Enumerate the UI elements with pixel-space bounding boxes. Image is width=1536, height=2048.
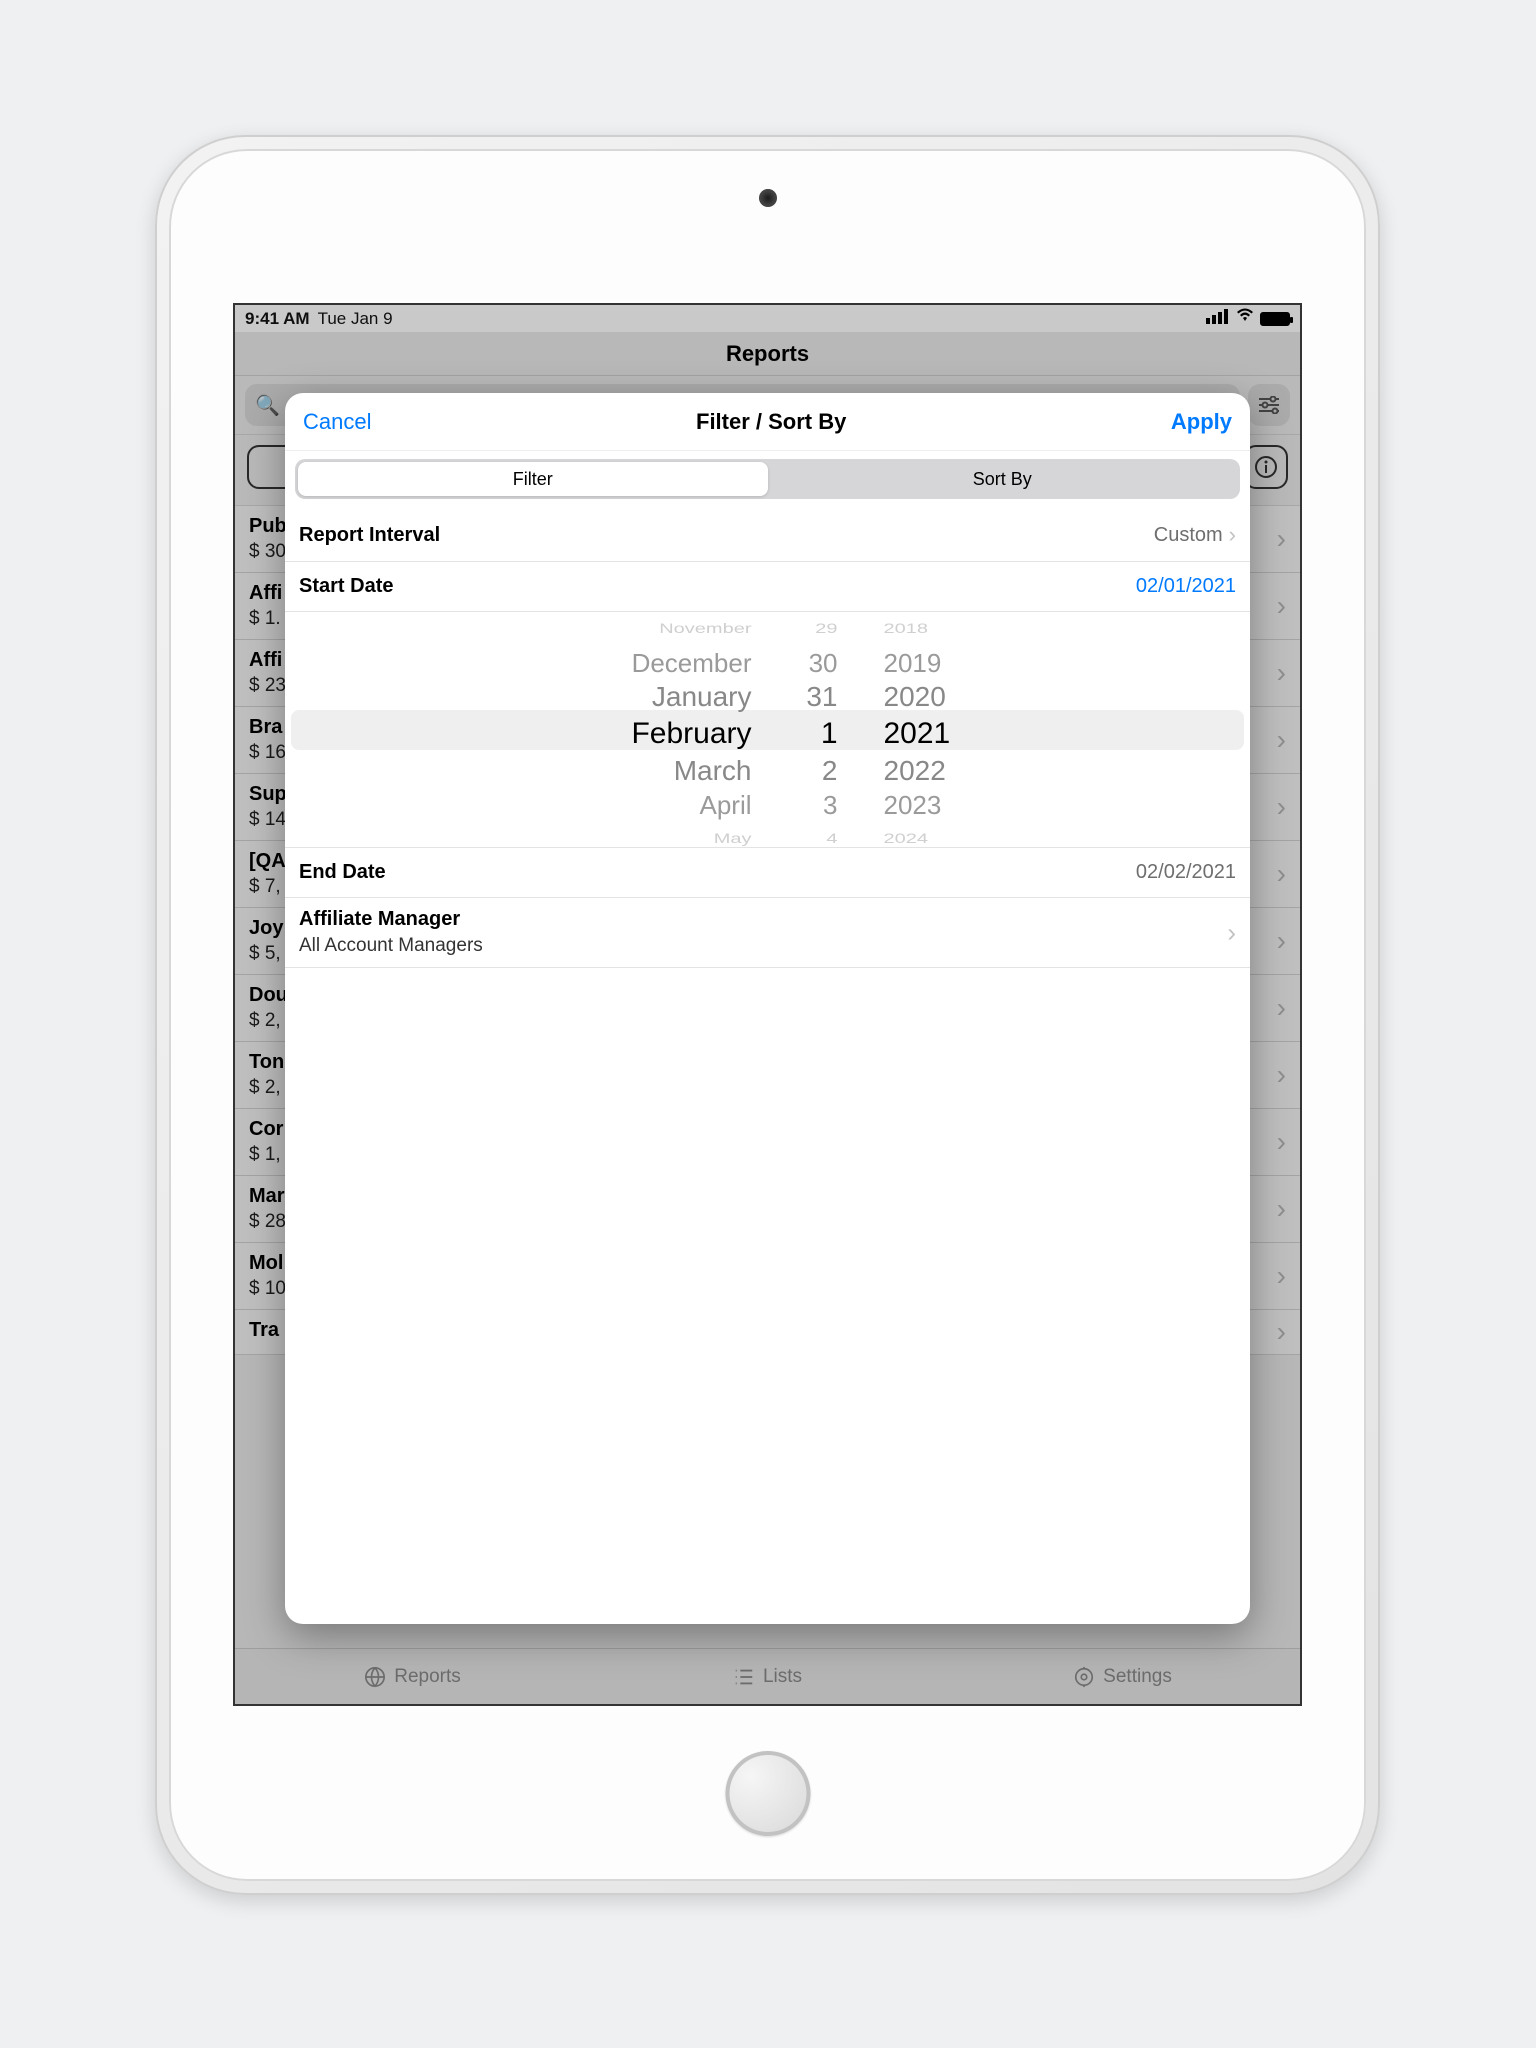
- modal-title: Filter / Sort By: [696, 409, 846, 435]
- picker-item[interactable]: 31: [788, 680, 838, 714]
- picker-item[interactable]: 2018: [884, 617, 964, 641]
- picker-item[interactable]: 3: [788, 788, 838, 822]
- picker-item[interactable]: 2022: [884, 754, 964, 788]
- affiliate-manager-row[interactable]: Affiliate Manager All Account Managers: [285, 898, 1250, 968]
- tab-settings-label: Settings: [1103, 1666, 1172, 1688]
- picker-day-column[interactable]: 29 3031123 4: [788, 612, 838, 847]
- home-button[interactable]: [725, 1751, 810, 1836]
- picker-year-column[interactable]: 2018 20192020202120222023 2024: [874, 612, 964, 847]
- start-date-value: 02/01/2021: [1136, 575, 1236, 598]
- segment-sortby[interactable]: Sort By: [768, 462, 1238, 496]
- tab-settings[interactable]: Settings: [945, 1649, 1300, 1704]
- battery-icon: [1260, 312, 1290, 326]
- start-date-row[interactable]: Start Date 02/01/2021: [285, 562, 1250, 612]
- picker-item[interactable]: May: [572, 827, 752, 848]
- cancel-button[interactable]: Cancel: [303, 409, 371, 435]
- status-time: 9:41 AM: [245, 309, 310, 329]
- segmented-control[interactable]: Filter Sort By: [295, 459, 1240, 499]
- picker-item[interactable]: 30: [788, 646, 838, 680]
- picker-item[interactable]: 29: [788, 617, 838, 641]
- page-title: Reports: [235, 332, 1300, 376]
- chevron-right-icon: ›: [1229, 522, 1236, 548]
- signal-icon: [1206, 309, 1230, 329]
- ipad-frame: Reports 🔍 Pub$ 30Affi$ 1.Affi$ 23Bra$ 16: [155, 135, 1380, 1895]
- picker-item[interactable]: 2024: [884, 827, 964, 848]
- date-picker[interactable]: November DecemberJanuaryFebruaryMarchApri…: [285, 612, 1250, 848]
- status-date: Tue Jan 9: [318, 309, 393, 329]
- affiliate-manager-label: Affiliate Manager: [299, 908, 1236, 931]
- ipad-bezel: Reports 🔍 Pub$ 30Affi$ 1.Affi$ 23Bra$ 16: [169, 149, 1366, 1881]
- picker-item[interactable]: March: [572, 754, 752, 788]
- report-interval-label: Report Interval: [299, 524, 440, 547]
- camera: [759, 189, 777, 207]
- status-bar: 9:41 AM Tue Jan 9: [235, 305, 1300, 332]
- picker-item[interactable]: 2020: [884, 680, 964, 714]
- picker-item[interactable]: 2021: [884, 714, 964, 754]
- tab-reports[interactable]: Reports: [235, 1649, 590, 1704]
- search-icon: 🔍: [255, 393, 280, 418]
- picker-item[interactable]: 2: [788, 754, 838, 788]
- picker-item[interactable]: November: [572, 617, 752, 641]
- affiliate-manager-value: All Account Managers: [299, 935, 1236, 957]
- picker-item[interactable]: December: [572, 646, 752, 680]
- end-date-label: End Date: [299, 861, 386, 884]
- end-date-value: 02/02/2021: [1136, 861, 1236, 884]
- tab-reports-label: Reports: [394, 1666, 461, 1688]
- segment-filter[interactable]: Filter: [298, 462, 768, 496]
- picker-item[interactable]: 1: [788, 714, 838, 754]
- tab-lists[interactable]: Lists: [590, 1649, 945, 1704]
- wifi-icon: [1236, 308, 1254, 327]
- screen: Reports 🔍 Pub$ 30Affi$ 1.Affi$ 23Bra$ 16: [233, 303, 1302, 1706]
- picker-month-column[interactable]: November DecemberJanuaryFebruaryMarchApri…: [572, 612, 752, 847]
- start-date-label: Start Date: [299, 575, 393, 598]
- picker-item[interactable]: 2023: [884, 788, 964, 822]
- report-interval-value: Custom ›: [1154, 522, 1236, 548]
- picker-item[interactable]: 2019: [884, 646, 964, 680]
- info-button[interactable]: [1244, 445, 1288, 489]
- picker-item[interactable]: April: [572, 788, 752, 822]
- picker-item[interactable]: 4: [788, 827, 838, 848]
- picker-item[interactable]: February: [572, 714, 752, 754]
- tab-lists-label: Lists: [763, 1666, 802, 1688]
- filter-modal: Cancel Filter / Sort By Apply Filter Sor…: [285, 393, 1250, 1624]
- tab-bar: Reports Lists Settings: [235, 1648, 1300, 1704]
- apply-button[interactable]: Apply: [1171, 409, 1232, 435]
- picker-item[interactable]: January: [572, 680, 752, 714]
- end-date-row[interactable]: End Date 02/02/2021: [285, 848, 1250, 898]
- modal-header: Cancel Filter / Sort By Apply: [285, 393, 1250, 451]
- report-interval-row[interactable]: Report Interval Custom ›: [285, 509, 1250, 562]
- filter-icon-button[interactable]: [1248, 384, 1290, 426]
